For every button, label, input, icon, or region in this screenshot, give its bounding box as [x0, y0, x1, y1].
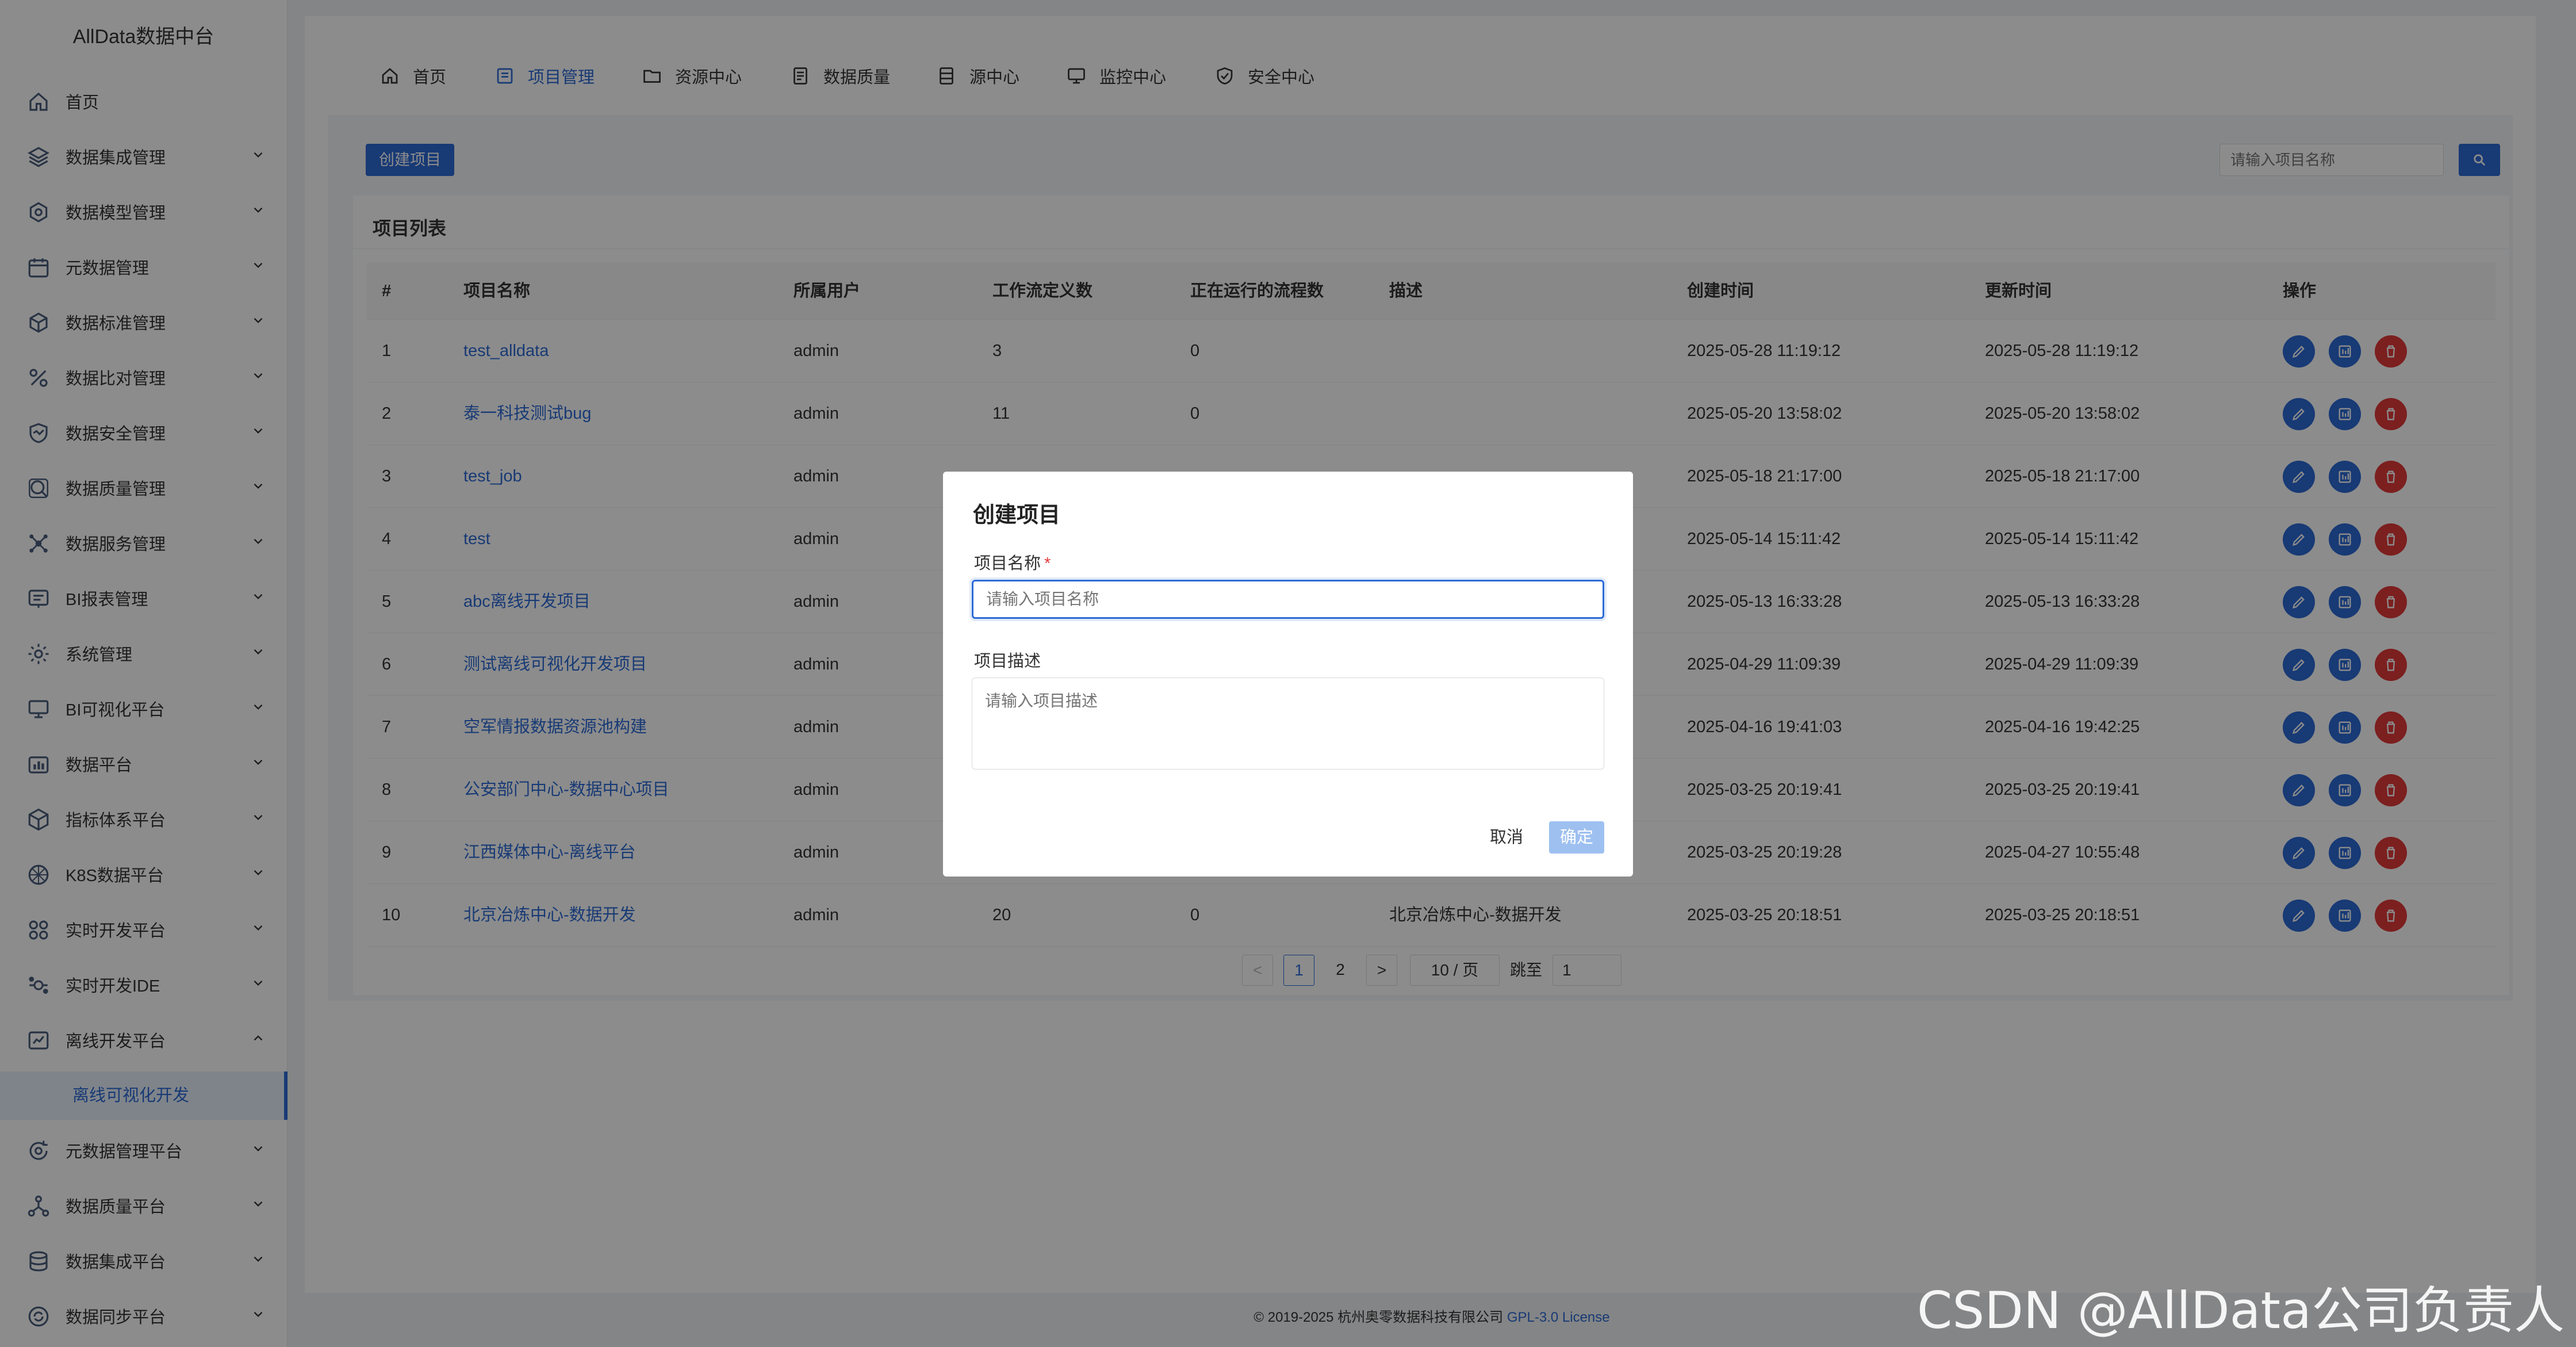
project-name-input[interactable]	[972, 580, 1604, 619]
required-mark: *	[1044, 554, 1051, 573]
project-desc-textarea[interactable]	[972, 678, 1604, 770]
project-name-label: 项目名称 *	[974, 550, 1051, 574]
modal-title: 创建项目	[973, 503, 1061, 527]
project-name-label-text: 项目名称	[974, 554, 1041, 573]
watermark: CSDN @AllData公司负责人	[1916, 1281, 2564, 1340]
cancel-button[interactable]: 取消	[1478, 821, 1535, 854]
confirm-button[interactable]: 确定	[1549, 821, 1604, 854]
project-desc-label: 项目描述	[974, 652, 1041, 671]
create-project-modal: 创建项目 项目名称* 项目描述 取消 确定	[943, 472, 1633, 877]
